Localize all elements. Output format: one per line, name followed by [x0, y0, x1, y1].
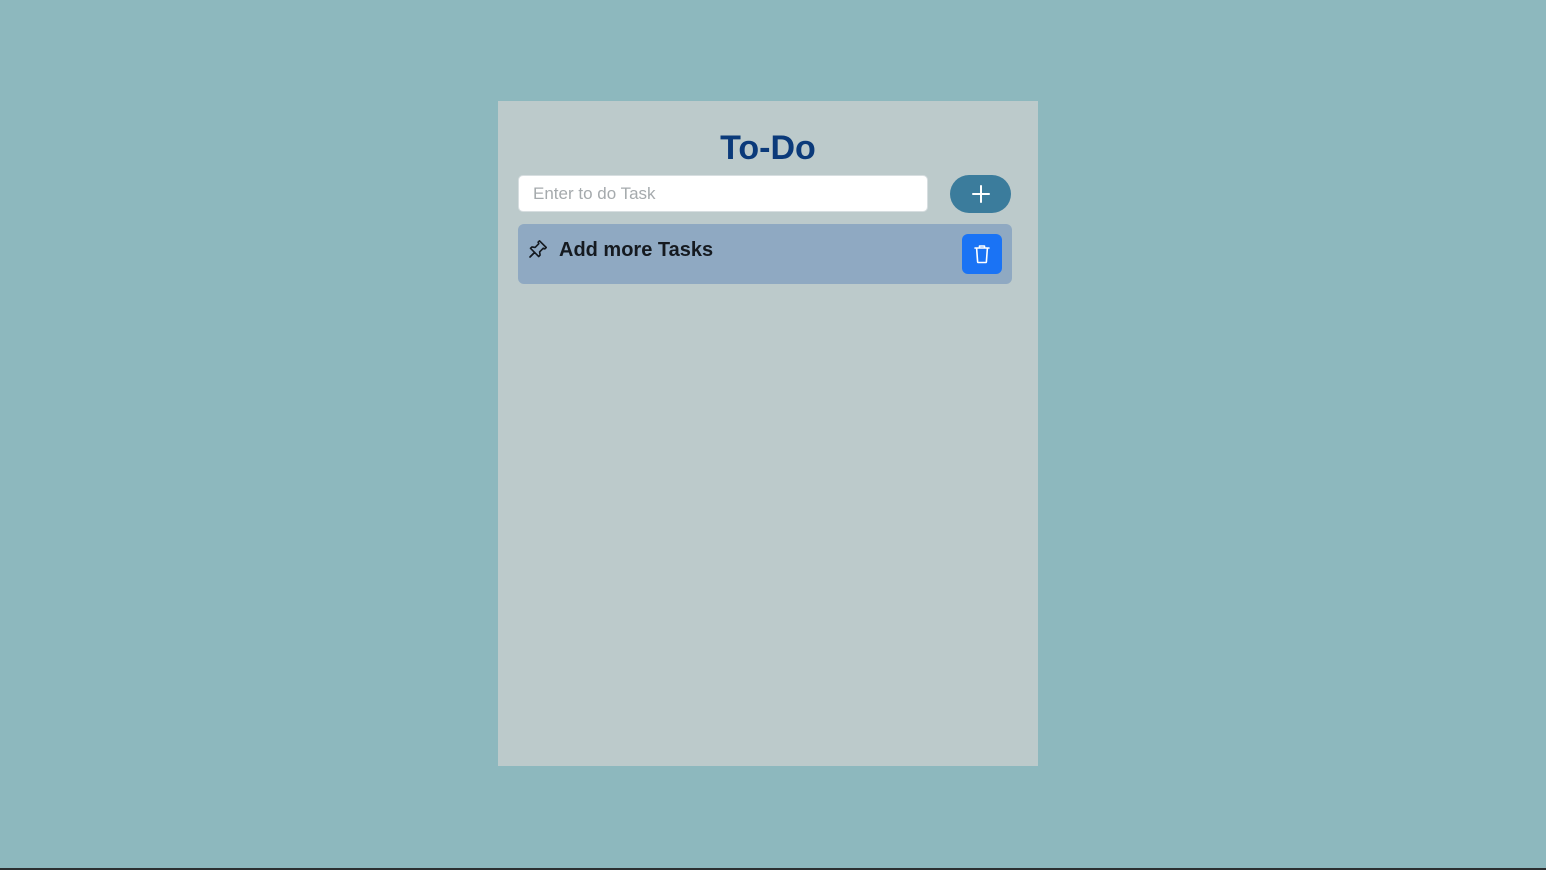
- pin-icon: [529, 240, 547, 258]
- plus-icon: [971, 185, 990, 203]
- task-label: Add more Tasks: [559, 239, 714, 261]
- task-item: Add more Tasks: [518, 224, 1012, 284]
- todo-card: To-Do Add more Tasks: [498, 101, 1038, 766]
- trash-icon: [974, 245, 990, 264]
- page-title: To-Do: [720, 129, 816, 167]
- add-task-button[interactable]: [950, 175, 1011, 213]
- delete-task-button[interactable]: [962, 234, 1002, 274]
- task-input[interactable]: [518, 175, 928, 212]
